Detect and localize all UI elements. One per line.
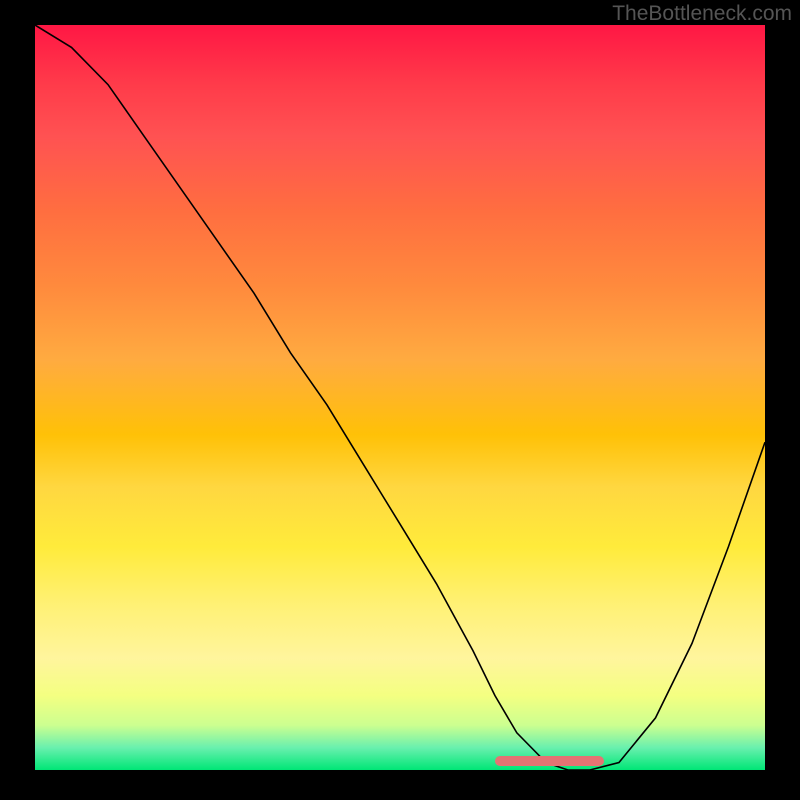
watermark-text: TheBottleneck.com <box>612 2 792 26</box>
bottleneck-curve <box>35 25 765 770</box>
optimal-range-marker <box>495 756 605 766</box>
plot-area <box>35 25 765 770</box>
